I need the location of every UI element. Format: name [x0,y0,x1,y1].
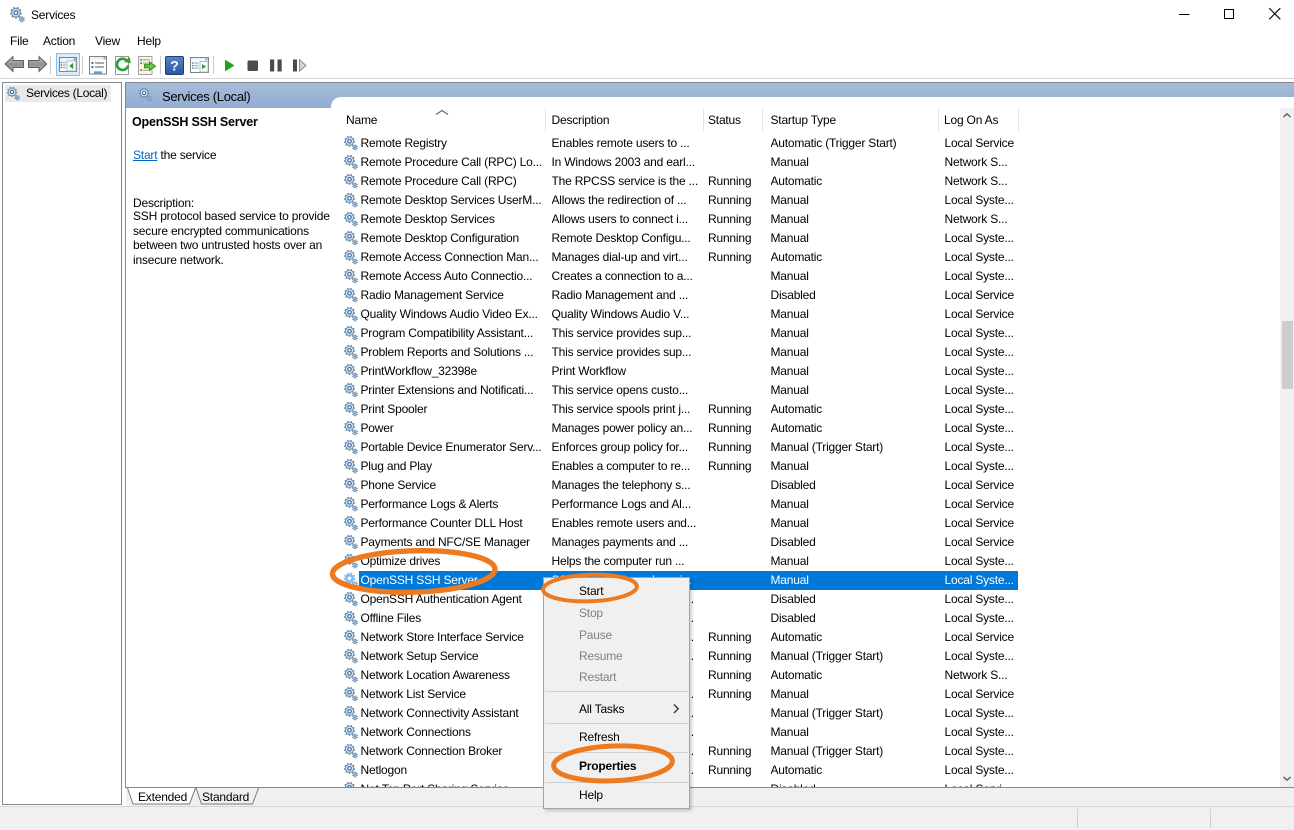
svg-text:?: ? [170,58,179,74]
